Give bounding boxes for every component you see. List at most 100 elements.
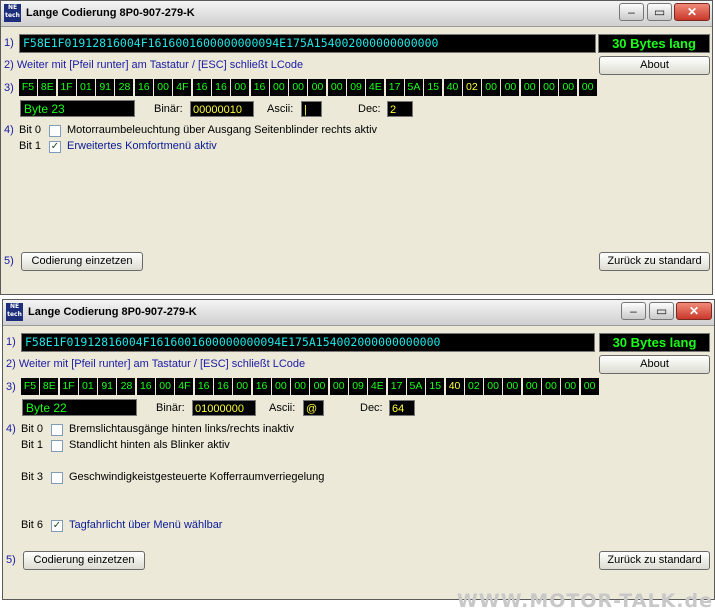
- byte-cell[interactable]: 09: [349, 378, 368, 395]
- maximize-button[interactable]: ▭: [649, 302, 674, 320]
- dec-value: 2: [387, 101, 413, 117]
- byte-cell[interactable]: 00: [561, 378, 580, 395]
- byte-cell[interactable]: 00: [503, 378, 522, 395]
- byte-cell[interactable]: 16: [134, 79, 153, 96]
- byte-cell[interactable]: 00: [329, 378, 348, 395]
- window-title: Lange Codierung 8P0-907-279-K: [28, 306, 197, 318]
- title-bar[interactable]: NE tech Lange Codierung 8P0-907-279-K ‒ …: [3, 300, 714, 326]
- close-button[interactable]: ✕: [674, 3, 710, 21]
- byte-cell[interactable]: 02: [462, 79, 481, 96]
- close-button[interactable]: ✕: [676, 302, 712, 320]
- app-icon: NE tech: [6, 303, 23, 321]
- byte-cell[interactable]: 00: [310, 378, 329, 395]
- byte-cell[interactable]: 16: [136, 378, 155, 395]
- byte-cell[interactable]: 16: [211, 79, 230, 96]
- byte-cell[interactable]: 00: [520, 79, 539, 96]
- row-4-label: 4): [4, 124, 14, 136]
- coding-string-field[interactable]: F58E1F01912816004F1616001600000000094E17…: [21, 333, 595, 352]
- bit-description: Erweitertes Komfortmenü aktiv: [67, 140, 217, 152]
- byte-cell[interactable]: 00: [271, 378, 290, 395]
- byte-cell[interactable]: 00: [233, 378, 252, 395]
- dec-value: 64: [389, 400, 415, 416]
- byte-cell[interactable]: 00: [580, 378, 599, 395]
- bit-checkbox[interactable]: [51, 424, 63, 436]
- byte-cell[interactable]: 00: [291, 378, 310, 395]
- byte-cell[interactable]: 16: [194, 378, 213, 395]
- byte-cell[interactable]: 4E: [368, 378, 387, 395]
- byte-cell[interactable]: 00: [540, 79, 559, 96]
- byte-cell[interactable]: 4E: [366, 79, 385, 96]
- minimize-button[interactable]: ‒: [619, 3, 644, 21]
- byte-cell[interactable]: F5: [21, 378, 39, 395]
- byte-cell[interactable]: 40: [445, 378, 464, 395]
- byte-cell[interactable]: 01: [78, 378, 97, 395]
- maximize-button[interactable]: ▭: [647, 3, 672, 21]
- row-2-label: 2) Weiter mit [Pfeil runter] am Tastatur…: [4, 59, 304, 71]
- byte-cell[interactable]: 00: [501, 79, 520, 96]
- bit-checkbox[interactable]: ✓: [51, 520, 63, 532]
- ascii-value: @: [303, 400, 324, 416]
- byte-cell[interactable]: 00: [542, 378, 561, 395]
- byte-cell[interactable]: 00: [484, 378, 503, 395]
- about-button[interactable]: About: [599, 56, 710, 75]
- bit-checkbox[interactable]: ✓: [49, 141, 61, 153]
- byte-cell[interactable]: 00: [289, 79, 308, 96]
- byte-cell[interactable]: 17: [387, 378, 406, 395]
- byte-cell[interactable]: 4F: [175, 378, 194, 395]
- row-5-label: 5): [4, 255, 14, 267]
- dec-label: Dec:: [358, 103, 381, 115]
- ascii-label: Ascii:: [267, 103, 294, 115]
- byte-cell[interactable]: F5: [19, 79, 37, 96]
- byte-cell[interactable]: 1F: [57, 79, 76, 96]
- byte-cell[interactable]: 5A: [404, 79, 423, 96]
- byte-cell[interactable]: 91: [96, 79, 115, 96]
- title-bar[interactable]: NE tech Lange Codierung 8P0-907-279-K ‒ …: [1, 1, 712, 27]
- byte-cell[interactable]: 16: [192, 79, 211, 96]
- zuruck-zu-standard-button[interactable]: Zurück zu standard: [599, 252, 710, 271]
- byte-cell[interactable]: 8E: [40, 378, 59, 395]
- byte-cell[interactable]: 28: [117, 378, 136, 395]
- byte-cell[interactable]: 15: [424, 79, 443, 96]
- byte-cell[interactable]: 15: [426, 378, 445, 395]
- watermark: WWW.MOTOR-TALK.de: [456, 590, 713, 612]
- byte-cell[interactable]: 00: [482, 79, 501, 96]
- bytes-length-badge: 30 Bytes lang: [599, 333, 710, 352]
- byte-cell[interactable]: 40: [443, 79, 462, 96]
- byte-cell[interactable]: 00: [308, 79, 327, 96]
- bit-checkbox[interactable]: [51, 440, 63, 452]
- window-title: Lange Codierung 8P0-907-279-K: [26, 7, 195, 19]
- bit-checkbox[interactable]: [51, 472, 63, 484]
- byte-cell[interactable]: 00: [578, 79, 597, 96]
- byte-cell[interactable]: 00: [156, 378, 175, 395]
- byte-cell[interactable]: 1F: [59, 378, 78, 395]
- zuruck-zu-standard-button[interactable]: Zurück zu standard: [599, 551, 710, 570]
- byte-cell[interactable]: 01: [76, 79, 95, 96]
- byte-cell[interactable]: 28: [115, 79, 134, 96]
- minimize-button[interactable]: ‒: [621, 302, 646, 320]
- byte-cell[interactable]: 16: [252, 378, 271, 395]
- byte-cell[interactable]: 91: [98, 378, 117, 395]
- byte-cell[interactable]: 5A: [406, 378, 425, 395]
- bit-label: Bit 6: [21, 519, 44, 531]
- byte-cell[interactable]: 16: [250, 79, 269, 96]
- bit-label: Bit 1: [19, 140, 42, 152]
- byte-cell[interactable]: 00: [231, 79, 250, 96]
- byte-cell[interactable]: 16: [213, 378, 232, 395]
- byte-cell[interactable]: 02: [464, 378, 483, 395]
- codierung-einzetzen-button[interactable]: Codierung einzetzen: [21, 252, 143, 271]
- binar-value: 00000010: [190, 101, 254, 117]
- byte-cell[interactable]: 00: [269, 79, 288, 96]
- byte-cell[interactable]: 17: [385, 79, 404, 96]
- byte-cell[interactable]: 00: [559, 79, 578, 96]
- byte-cell[interactable]: 09: [347, 79, 366, 96]
- bit-checkbox[interactable]: [49, 125, 61, 137]
- byte-cell[interactable]: 00: [327, 79, 346, 96]
- codierung-einzetzen-button[interactable]: Codierung einzetzen: [23, 551, 145, 570]
- byte-cell[interactable]: 8E: [38, 79, 57, 96]
- coding-string-field[interactable]: F58E1F01912816004F1616001600000000094E17…: [19, 34, 596, 53]
- byte-cell[interactable]: 00: [154, 79, 173, 96]
- byte-cell[interactable]: 4F: [173, 79, 192, 96]
- byte-cell[interactable]: 00: [522, 378, 541, 395]
- bit-description: Geschwindigkeistgesteuerte Kofferraumver…: [69, 471, 325, 483]
- about-button[interactable]: About: [599, 355, 710, 374]
